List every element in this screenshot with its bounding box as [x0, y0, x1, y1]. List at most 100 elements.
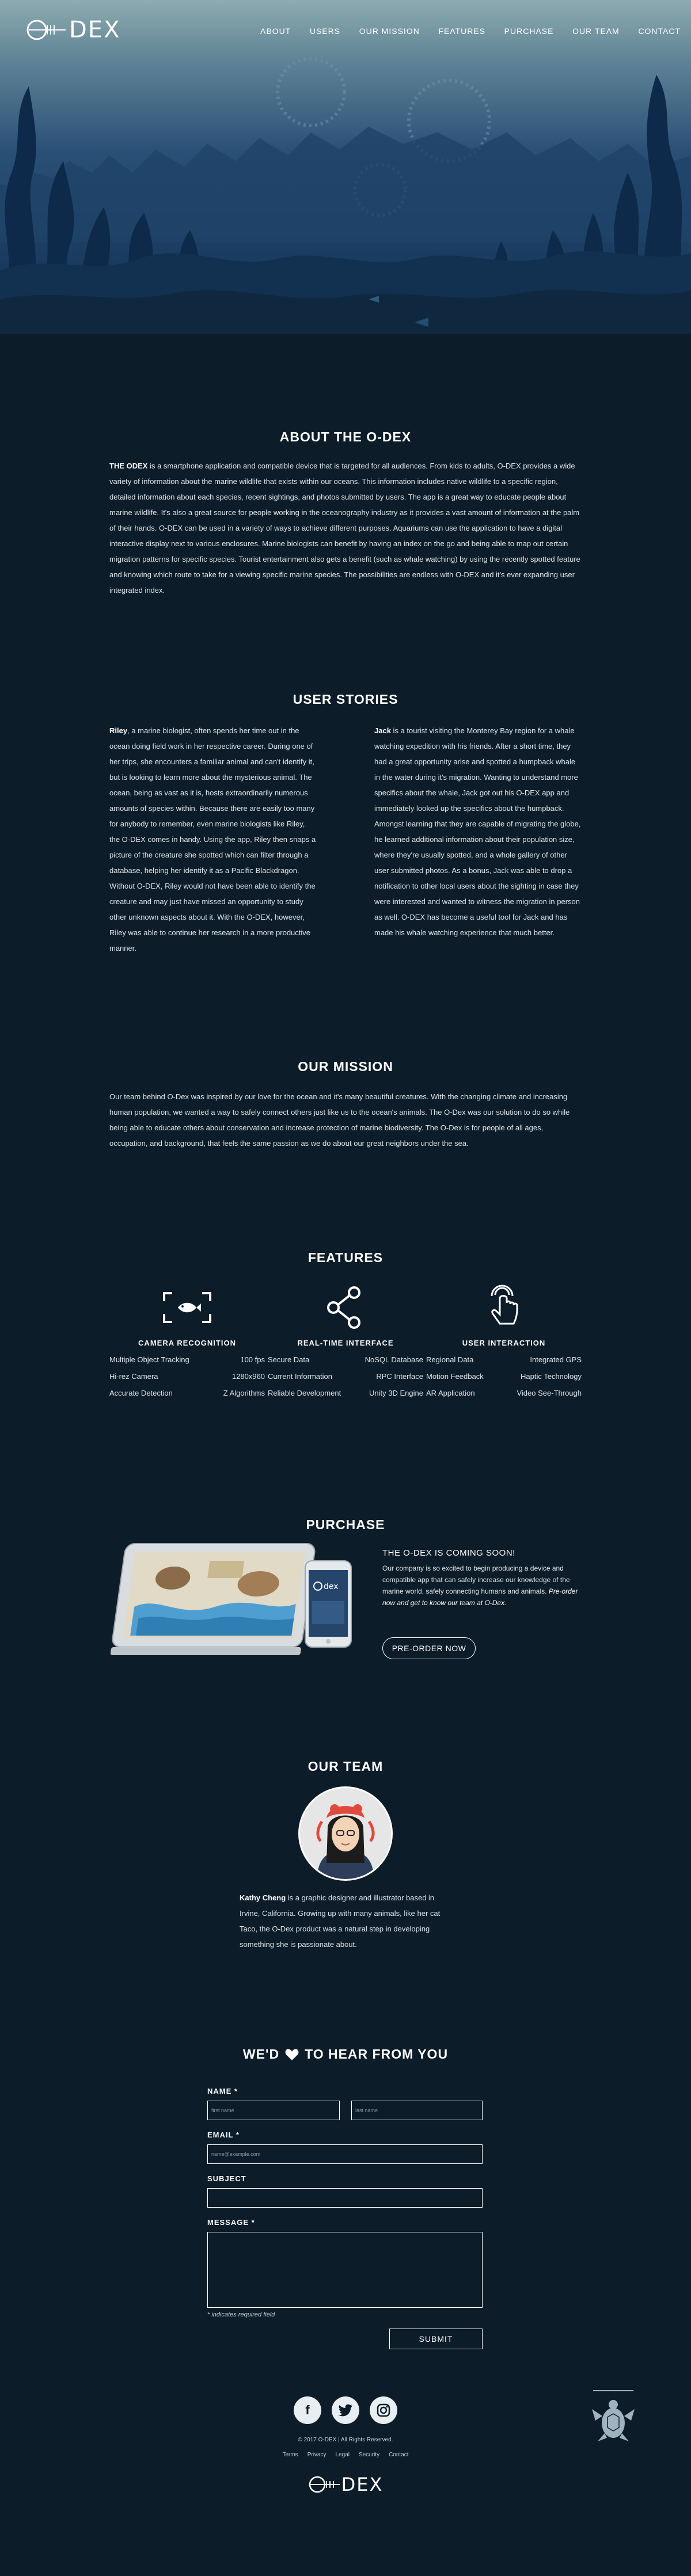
- story-riley-body: , a marine biologist, often spends her t…: [109, 726, 316, 952]
- top-navigation-bar: DEX ABOUT USERS OUR MISSION FEATURES PUR…: [0, 0, 691, 58]
- feature-spec-list: Multiple Object Tracking 100 fps Hi-rez C…: [109, 1355, 265, 1397]
- story-jack-body: is a tourist visiting the Monterey Bay r…: [374, 726, 581, 937]
- feature-spec-list: Secure Data NoSQL Database Current Inform…: [268, 1355, 423, 1397]
- main-nav: ABOUT USERS OUR MISSION FEATURES PURCHAS…: [260, 26, 681, 36]
- phone-logo-text: dex: [324, 1582, 339, 1591]
- spec-label: Current Information: [268, 1372, 332, 1381]
- instagram-icon[interactable]: [370, 2396, 397, 2424]
- spec-label: Reliable Development: [268, 1389, 341, 1397]
- footer-link-contact[interactable]: Contact: [389, 2452, 408, 2458]
- purchase-description: Our company is so excited to begin produ…: [382, 1563, 584, 1609]
- name-label: NAME *: [207, 2087, 238, 2095]
- feature-user-interaction: USER INTERACTION Regional Data Integrated…: [426, 1285, 582, 1397]
- contact-title-pre: WE'D: [242, 2047, 280, 2061]
- required-field-note: * indicates required field: [207, 2311, 275, 2318]
- touch-icon: [426, 1285, 582, 1331]
- about-paragraph: THE ODEX is a smartphone application and…: [109, 458, 582, 598]
- feature-title: USER INTERACTION: [462, 1339, 546, 1347]
- feature-title: CAMERA RECOGNITION: [138, 1339, 236, 1347]
- spec-label: Secure Data: [268, 1355, 310, 1364]
- twitter-icon[interactable]: [332, 2396, 359, 2424]
- user-stories-title: USER STORIES: [293, 692, 398, 707]
- spec-value: Video See-Through: [517, 1389, 582, 1397]
- share-icon: [268, 1285, 423, 1331]
- about-body: is a smartphone application and compatib…: [109, 462, 580, 595]
- spec-value: 1280x960: [231, 1372, 265, 1381]
- spec-value: NoSQL Database: [365, 1355, 423, 1364]
- spec-label: AR Application: [426, 1389, 475, 1397]
- footer-link-terms[interactable]: Terms: [282, 2452, 298, 2458]
- twitter-bird-icon: [338, 2404, 352, 2417]
- contact-title-post: TO HEAR FROM YOU: [305, 2047, 449, 2061]
- feature-title: REAL-TIME INTERFACE: [297, 1339, 394, 1347]
- nav-users[interactable]: USERS: [310, 26, 340, 36]
- submit-button[interactable]: SUBMIT: [389, 2329, 483, 2349]
- camera-fish-icon: [109, 1285, 265, 1331]
- spec-label: Motion Feedback: [426, 1372, 484, 1381]
- about-title: ABOUT THE O-DEX: [279, 429, 412, 444]
- contact-title: WE'D TO HEAR FROM YOU: [0, 2047, 691, 2062]
- nav-contact[interactable]: CONTACT: [638, 26, 681, 36]
- subject-input[interactable]: [207, 2188, 483, 2208]
- facebook-glyph: f: [305, 2403, 310, 2417]
- story-riley-name: Riley: [109, 726, 128, 735]
- footer-link-security[interactable]: Security: [359, 2452, 379, 2458]
- purchase-info: THE O-DEX IS COMING SOON! Our company is…: [382, 1548, 584, 1609]
- mission-paragraph: Our team behind O-Dex was inspired by ou…: [109, 1092, 570, 1148]
- footer-logo-text: DEX: [341, 2474, 384, 2495]
- spec-value: Haptic Technology: [521, 1372, 582, 1381]
- spec-label: Multiple Object Tracking: [109, 1355, 189, 1364]
- last-name-input[interactable]: [351, 2101, 483, 2120]
- footer-fish-logo-icon: [309, 2476, 340, 2493]
- spec-value: Integrated GPS: [530, 1355, 582, 1364]
- spec-value: Z Algorithms: [223, 1389, 265, 1397]
- purchase-heading: THE O-DEX IS COMING SOON!: [382, 1548, 515, 1558]
- nav-our-mission[interactable]: OUR MISSION: [359, 26, 420, 36]
- spec-label: Hi-rez Camera: [109, 1372, 158, 1381]
- message-label: MESSAGE *: [207, 2218, 255, 2227]
- pre-order-button[interactable]: PRE-ORDER NOW: [382, 1637, 476, 1659]
- subject-label: SUBJECT: [207, 2174, 246, 2183]
- spec-value: RPC Interface: [376, 1372, 423, 1381]
- instagram-camera-icon: [377, 2403, 390, 2417]
- spec-value: 100 fps: [240, 1355, 265, 1364]
- team-member-avatar: [298, 1786, 393, 1881]
- message-textarea[interactable]: [207, 2232, 483, 2308]
- email-label: EMAIL *: [207, 2131, 240, 2139]
- feature-camera-recognition: CAMERA RECOGNITION Multiple Object Track…: [109, 1285, 265, 1397]
- story-jack-name: Jack: [374, 726, 391, 735]
- spec-value: Unity 3D Engine: [369, 1389, 423, 1397]
- team-member-bio: Kathy Cheng is a graphic designer and il…: [240, 1890, 453, 1952]
- nav-features[interactable]: FEATURES: [438, 26, 485, 36]
- sea-turtle-icon: [592, 2390, 635, 2441]
- mission-title: OUR MISSION: [298, 1059, 393, 1074]
- about-lead: THE ODEX: [109, 462, 148, 470]
- nav-purchase[interactable]: PURCHASE: [504, 26, 554, 36]
- footer-logo: DEX: [0, 2474, 691, 2495]
- footer-links: Terms Privacy Legal Security Contact: [0, 2452, 691, 2458]
- footer-link-legal[interactable]: Legal: [335, 2452, 349, 2458]
- story-riley: Riley, a marine biologist, often spends …: [109, 723, 317, 956]
- footer-link-privacy[interactable]: Privacy: [307, 2452, 326, 2458]
- fish-logo-icon: [26, 20, 66, 40]
- heart-icon: [285, 2048, 299, 2060]
- team-title: OUR TEAM: [307, 1759, 384, 1774]
- feature-real-time-interface: REAL-TIME INTERFACE Secure Data NoSQL Dat…: [268, 1285, 423, 1397]
- brand-logo[interactable]: DEX: [25, 18, 120, 41]
- logo-text: DEX: [69, 17, 121, 43]
- nav-about[interactable]: ABOUT: [260, 26, 291, 36]
- feature-spec-list: Regional Data Integrated GPS Motion Feedb…: [426, 1355, 582, 1397]
- nav-our-team[interactable]: OUR TEAM: [572, 26, 620, 36]
- spec-label: Regional Data: [426, 1355, 474, 1364]
- device-mockup-illustration: dex: [110, 1543, 352, 1655]
- team-member-name: Kathy Cheng: [240, 1893, 286, 1902]
- purchase-title: PURCHASE: [306, 1517, 385, 1532]
- story-jack: Jack is a tourist visiting the Monterey …: [374, 723, 582, 940]
- features-title: FEATURES: [307, 1250, 384, 1265]
- spec-label: Accurate Detection: [109, 1389, 173, 1397]
- facebook-icon[interactable]: f: [294, 2396, 321, 2424]
- purchase-body-text: Our company is so excited to begin produ…: [382, 1564, 570, 1595]
- email-input[interactable]: [207, 2144, 483, 2164]
- hero-banner: DEX ABOUT USERS OUR MISSION FEATURES PUR…: [0, 0, 691, 334]
- first-name-input[interactable]: [207, 2101, 340, 2120]
